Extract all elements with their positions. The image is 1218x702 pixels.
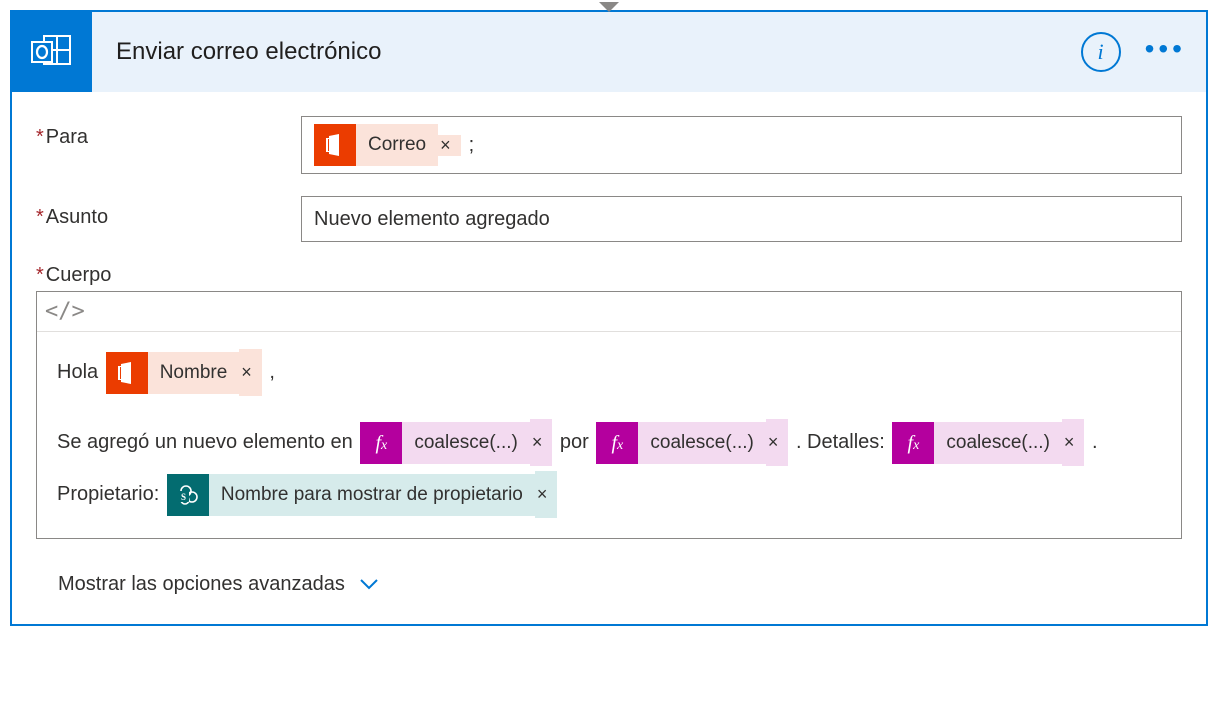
token-coalesce-1[interactable]: fx coalesce(...) × — [360, 422, 552, 464]
code-view-button[interactable]: </> — [37, 292, 1181, 332]
para-suffix: ; — [463, 134, 475, 157]
token-nombre[interactable]: Nombre × — [106, 352, 262, 394]
advanced-label: Mostrar las opciones avanzadas — [58, 573, 345, 596]
token-owner-display[interactable]: S Nombre para mostrar de propietario × — [167, 474, 558, 516]
body-text: Hola — [57, 361, 104, 383]
cuerpo-content[interactable]: Hola Nombre × , Se agregó un nuevo eleme… — [37, 332, 1181, 538]
body-text: por — [560, 431, 594, 453]
cuerpo-label: *Cuerpo — [36, 264, 1182, 287]
office-icon — [106, 352, 148, 394]
row-para: *Para Correo × ; — [36, 116, 1182, 174]
token-label: coalesce(...) — [934, 422, 1061, 464]
code-icon: </> — [45, 299, 85, 324]
fx-icon: fx — [892, 422, 934, 464]
required-asterisk: * — [36, 264, 44, 286]
para-label: *Para — [36, 116, 301, 149]
action-card: Enviar correo electrónico i ••• *Para Co… — [10, 10, 1208, 626]
token-coalesce-2[interactable]: fx coalesce(...) × — [596, 422, 788, 464]
body-text: Propietario: — [57, 483, 165, 505]
card-title: Enviar correo electrónico — [92, 38, 1081, 66]
token-remove-icon[interactable]: × — [766, 419, 789, 466]
asunto-label: *Asunto — [36, 196, 301, 229]
token-label: Nombre — [148, 352, 240, 394]
token-label: coalesce(...) — [638, 422, 765, 464]
token-label: coalesce(...) — [402, 422, 529, 464]
fx-icon: fx — [360, 422, 402, 464]
required-asterisk: * — [36, 206, 44, 228]
fx-icon: fx — [596, 422, 638, 464]
token-remove-icon[interactable]: × — [1062, 419, 1085, 466]
asunto-input[interactable] — [312, 207, 1171, 232]
para-field[interactable]: Correo × ; — [301, 116, 1182, 174]
outlook-icon — [12, 12, 92, 92]
more-menu-icon[interactable]: ••• — [1145, 35, 1186, 69]
info-icon[interactable]: i — [1081, 32, 1121, 72]
sharepoint-icon: S — [167, 474, 209, 516]
row-cuerpo: *Cuerpo </> Hola Nombre × — [36, 264, 1182, 596]
token-remove-icon[interactable]: × — [239, 349, 262, 396]
svg-text:S: S — [181, 492, 186, 502]
connector-arrow-icon — [599, 2, 619, 12]
card-body: *Para Correo × ; *Asunto — [12, 92, 1206, 624]
body-text: , — [269, 361, 275, 383]
show-advanced-options[interactable]: Mostrar las opciones avanzadas — [36, 573, 1182, 596]
card-header[interactable]: Enviar correo electrónico i ••• — [12, 12, 1206, 92]
body-text: . — [1092, 431, 1098, 453]
token-label: Correo — [356, 124, 438, 166]
token-remove-icon[interactable]: × — [535, 471, 558, 518]
body-text: . Detalles: — [796, 431, 890, 453]
token-remove-icon[interactable]: × — [438, 135, 461, 156]
body-text: Se agregó un nuevo elemento en — [57, 431, 358, 453]
asunto-field[interactable] — [301, 196, 1182, 242]
cuerpo-field[interactable]: </> Hola Nombre × , — [36, 291, 1182, 539]
token-correo[interactable]: Correo × — [314, 124, 461, 166]
token-coalesce-3[interactable]: fx coalesce(...) × — [892, 422, 1084, 464]
office-icon — [314, 124, 356, 166]
token-remove-icon[interactable]: × — [530, 419, 553, 466]
token-label: Nombre para mostrar de propietario — [209, 474, 535, 516]
row-asunto: *Asunto — [36, 196, 1182, 242]
chevron-down-icon — [359, 573, 379, 596]
required-asterisk: * — [36, 126, 44, 148]
